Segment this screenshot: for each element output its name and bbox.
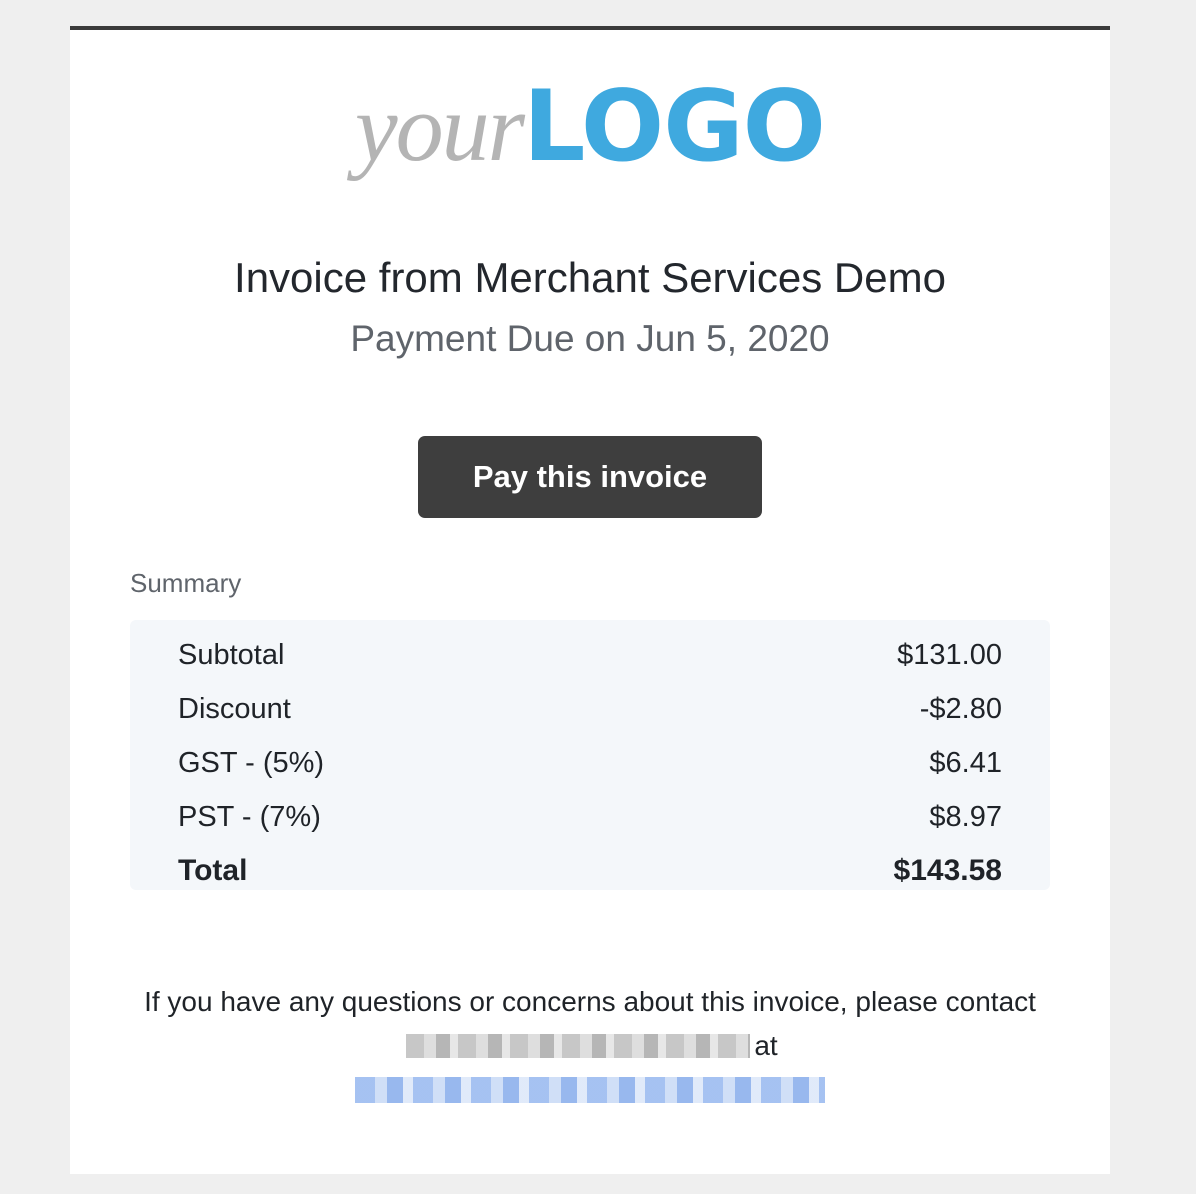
pay-invoice-button[interactable]: Pay this invoice	[418, 436, 762, 518]
contact-text-at: at	[754, 1030, 778, 1061]
summary-label-gst: GST - (5%)	[178, 746, 325, 779]
summary-heading: Summary	[130, 568, 242, 598]
contact-footer: If you have any questions or concerns ab…	[110, 980, 1070, 1112]
summary-label-total: Total	[178, 854, 248, 887]
logo-text-your: your	[355, 74, 525, 181]
invoice-card: yourLOGO Invoice from Merchant Services …	[70, 26, 1110, 1174]
company-logo: yourLOGO	[70, 78, 1110, 176]
summary-value-total: $143.58	[893, 854, 1002, 887]
payment-due-date: Payment Due on Jun 5, 2020	[350, 318, 830, 359]
summary-row-subtotal: Subtotal $131.00	[178, 628, 1002, 682]
summary-row-pst: PST - (7%) $8.97	[178, 790, 1002, 844]
summary-value-gst: $6.41	[929, 746, 1002, 779]
contact-text-start: If you have any questions or concerns ab…	[144, 986, 1036, 1017]
redacted-merchant-name	[406, 1034, 751, 1058]
summary-row-gst: GST - (5%) $6.41	[178, 736, 1002, 790]
summary-row-discount: Discount -$2.80	[178, 682, 1002, 736]
logo-text-mark: LOGO	[522, 70, 826, 184]
summary-value-pst: $8.97	[929, 800, 1002, 833]
summary-label-discount: Discount	[178, 692, 291, 725]
summary-value-discount: -$2.80	[919, 692, 1002, 725]
summary-label-pst: PST - (7%)	[178, 800, 321, 833]
summary-label-subtotal: Subtotal	[178, 638, 285, 671]
invoice-title: Invoice from Merchant Services Demo	[234, 254, 946, 301]
summary-table: Subtotal $131.00 Discount -$2.80 GST - (…	[130, 620, 1050, 890]
redacted-email-link[interactable]	[355, 1077, 825, 1103]
summary-value-subtotal: $131.00	[897, 638, 1002, 671]
summary-row-total: Total $143.58	[178, 844, 1002, 898]
